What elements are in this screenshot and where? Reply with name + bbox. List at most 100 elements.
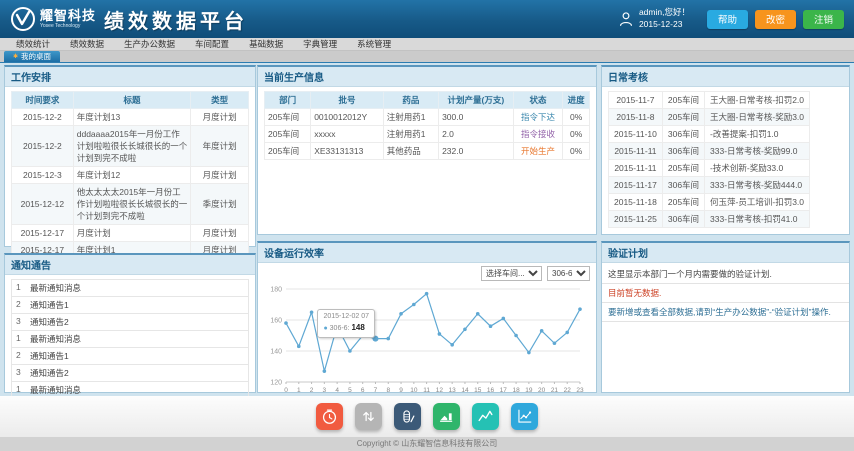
svg-text:120: 120 <box>270 380 282 387</box>
svg-text:9: 9 <box>399 387 403 394</box>
notice-row[interactable]: 2通知通告1 <box>11 297 249 314</box>
work-plan-row[interactable]: 2015-12-12他太太太太2015年一月份工作计划啦啦很长长城很长的一个计划… <box>12 184 249 225</box>
notice-row[interactable]: 1最新通知消息 <box>11 331 249 348</box>
analytics-icon[interactable] <box>511 403 538 430</box>
chart-tooltip: 2015-12-02 07 ● 306-6: 148 <box>317 309 375 338</box>
notice-index: 1 <box>16 282 30 294</box>
svg-text:19: 19 <box>525 387 533 394</box>
cell: 他太太太太2015年一月份工作计划啦啦很长长城很长的一个计划到完不成啦 <box>73 184 191 225</box>
daily-assessment-row[interactable]: 2015-11-11205车间-技术创新-奖励33.0 <box>609 160 810 177</box>
user-greeting: admin,您好！ <box>639 7 690 19</box>
cell: 2015-11-7 <box>609 92 663 109</box>
col-header: 计划产量(万支) <box>439 92 514 109</box>
daily-assessment-title: 日常考核 <box>602 67 849 87</box>
cell: 年度计划13 <box>73 109 191 126</box>
cell: 2.0 <box>439 126 514 143</box>
workshop-select[interactable]: 选择车间... <box>481 266 542 281</box>
cell: 2015-12-17 <box>12 225 74 242</box>
work-plan-row[interactable]: 2015-12-2dddaaaa2015年一月份工作计划啦啦很长长城很长的一个计… <box>12 126 249 167</box>
status-link[interactable]: 指令下达 <box>513 109 563 126</box>
production-row: 205车间XE33131313其他药品232.0开始生产0% <box>265 143 590 160</box>
change-password-button[interactable]: 改密 <box>755 10 796 29</box>
cell: 306车间 <box>662 126 704 143</box>
cell: 205车间 <box>265 126 311 143</box>
clock-icon[interactable] <box>316 403 343 430</box>
status-link[interactable]: 开始生产 <box>513 143 563 160</box>
status-link[interactable]: 指令接收 <box>513 126 563 143</box>
notice-row[interactable]: 1最新通知消息 <box>11 280 249 297</box>
daily-assessment-body: 2015-11-7205车间王大圈-日常考核-扣罚2.02015-11-8205… <box>609 92 810 228</box>
cell: 其他药品 <box>383 143 438 160</box>
footer: Copyright © 山东耀智信息科技有限公司 <box>0 437 854 451</box>
notice-row[interactable]: 2通知通告1 <box>11 348 249 365</box>
nav-item[interactable]: 绩效统计 <box>6 38 60 50</box>
svg-text:5: 5 <box>348 387 352 394</box>
notice-row[interactable]: 3通知通告2 <box>11 314 249 331</box>
company-name-en: Yosee Technology <box>40 24 96 29</box>
tab-my-desktop[interactable]: ✱ 我的桌面 <box>4 51 60 62</box>
cell: 306车间 <box>662 143 704 160</box>
device-select[interactable]: 306-6 <box>547 266 590 281</box>
notice-row[interactable]: 3通知通告2 <box>11 365 249 382</box>
svg-text:1: 1 <box>297 387 301 394</box>
tooltip-value: 148 <box>351 323 364 332</box>
daily-assessment-row[interactable]: 2015-11-7205车间王大圈-日常考核-扣罚2.0 <box>609 92 810 109</box>
cell: 2015-11-8 <box>609 109 663 126</box>
cell: 2015-11-10 <box>609 126 663 143</box>
nav-item[interactable]: 车间配置 <box>185 38 239 50</box>
equipment-efficiency-title: 设备运行效率 <box>258 243 596 263</box>
daily-assessment-panel: 日常考核 2015-11-7205车间王大圈-日常考核-扣罚2.02015-11… <box>601 65 850 235</box>
work-plan-row[interactable]: 2015-12-2年度计划13月度计划 <box>12 109 249 126</box>
nav-item[interactable]: 绩效数据 <box>60 38 114 50</box>
daily-assessment-row[interactable]: 2015-11-10306车间-改善提案-扣罚1.0 <box>609 126 810 143</box>
logout-button[interactable]: 注销 <box>803 10 844 29</box>
daily-assessment-table: 2015-11-7205车间王大圈-日常考核-扣罚2.02015-11-8205… <box>608 91 810 228</box>
transfer-icon[interactable] <box>355 403 382 430</box>
notice-text: 最新通知消息 <box>30 384 81 396</box>
cell: 注射用药1 <box>383 126 438 143</box>
daily-assessment-row[interactable]: 2015-11-8205车间王大圈-日常考核-奖励3.0 <box>609 109 810 126</box>
validation-lines: 这里显示本部门一个月内需要做的验证计划.目前暂无数据.要新增或查看全部数据,请到… <box>602 265 849 322</box>
report-icon[interactable] <box>433 403 460 430</box>
cell: 季度计划 <box>191 184 249 225</box>
validation-line: 这里显示本部门一个月内需要做的验证计划. <box>602 265 849 284</box>
notice-index: 3 <box>16 367 30 379</box>
medicine-icon[interactable] <box>394 403 421 430</box>
daily-assessment-row[interactable]: 2015-11-11306车间333-日常考核-奖励99.0 <box>609 143 810 160</box>
cell: dddaaaa2015年一月份工作计划啦啦很长长城很长的一个计划到完不成啦 <box>73 126 191 167</box>
svg-text:20: 20 <box>538 387 546 394</box>
nav-item[interactable]: 生产办公数据 <box>114 38 185 50</box>
work-plan-row[interactable]: 2015-12-3年度计划12月度计划 <box>12 167 249 184</box>
cell: 2015-11-11 <box>609 160 663 177</box>
notices-title: 通知通告 <box>5 255 255 275</box>
line-chart-icon[interactable] <box>472 403 499 430</box>
quick-launch-dock <box>0 396 854 437</box>
cell: 333-日常考核-扣罚41.0 <box>705 211 810 228</box>
nav-item[interactable]: 基础数据 <box>239 38 293 50</box>
svg-text:12: 12 <box>436 387 444 394</box>
company-name: 耀智科技 <box>40 9 96 22</box>
work-plan-row[interactable]: 2015-12-17月度计划月度计划 <box>12 225 249 242</box>
production-body: 205车间0010012012Y注射用药1300.0指令下达0%205车间xxx… <box>265 109 590 160</box>
help-button[interactable]: 帮助 <box>707 10 748 29</box>
main-content: 工作安排 时间要求 标题 类型 2015-12-2年度计划13月度计划2015-… <box>0 62 854 396</box>
cell: 2015-12-3 <box>12 167 74 184</box>
nav-item[interactable]: 字典管理 <box>293 38 347 50</box>
cell: 年度计划 <box>191 126 249 167</box>
daily-assessment-row[interactable]: 2015-11-18205车间何玉萍-员工培训-扣罚3.0 <box>609 194 810 211</box>
cell: 2015-12-2 <box>12 126 74 167</box>
validation-line: 目前暂无数据. <box>602 284 849 303</box>
svg-text:16: 16 <box>487 387 495 394</box>
nav-item[interactable]: 系统管理 <box>347 38 401 50</box>
daily-assessment-row[interactable]: 2015-11-17306车间333-日常考核-奖励444.0 <box>609 177 810 194</box>
production-panel: 当前生产信息 部门 批号 药品 计划产量(万支) 状态 进度 205车间0010… <box>257 65 597 235</box>
notice-text: 通知通告1 <box>30 350 69 362</box>
svg-text:23: 23 <box>576 387 584 394</box>
production-table: 部门 批号 药品 计划产量(万支) 状态 进度 205车间0010012012Y… <box>264 91 590 160</box>
cell: 0% <box>563 126 590 143</box>
cell: 2015-11-11 <box>609 143 663 160</box>
daily-assessment-row[interactable]: 2015-11-25306车间333-日常考核-扣罚41.0 <box>609 211 810 228</box>
col-header: 状态 <box>513 92 563 109</box>
svg-text:3: 3 <box>323 387 327 394</box>
cell: 王大圈-日常考核-扣罚2.0 <box>705 92 810 109</box>
